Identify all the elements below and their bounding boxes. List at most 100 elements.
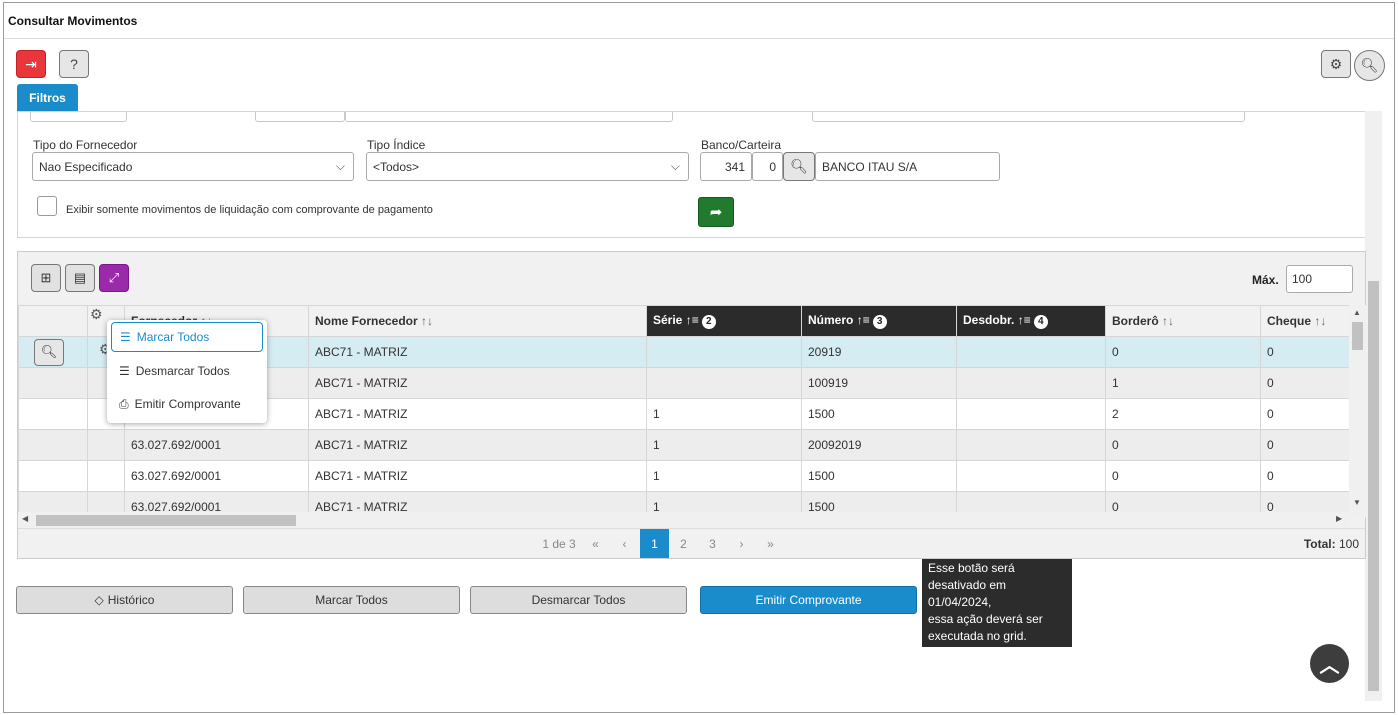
banco-carteira-label: Banco/Carteira: [701, 138, 782, 152]
comprovante-checkbox-label: Exibir somente movimentos de liquidação …: [66, 204, 433, 216]
grid-vertical-scrollbar[interactable]: ▲ ▼: [1349, 305, 1366, 517]
cell-cheque: 0: [1260, 429, 1349, 461]
cell-desdobr: [956, 460, 1106, 492]
tipo-fornecedor-value: Nao Especificado: [39, 160, 133, 174]
settings-button[interactable]: ⚙: [1321, 50, 1351, 78]
tipo-indice-select[interactable]: <Todos> ⌵: [366, 152, 689, 181]
header-serie[interactable]: Série ↑≡ 2: [646, 305, 802, 337]
grid-vertical-thumb[interactable]: [1352, 322, 1363, 350]
historico-button[interactable]: ◇ Histórico: [16, 586, 233, 614]
cell-cheque: 0: [1260, 460, 1349, 492]
cell-numero: 100919: [801, 367, 957, 399]
chevron-up-icon: ︿: [1319, 655, 1340, 677]
cell-numero: 20919: [801, 336, 957, 368]
row-context-menu: ☰ Marcar Todos ☰ Desmarcar Todos ⎙ Emitir C…: [107, 320, 267, 423]
ghost-field: [812, 112, 1245, 122]
row-action-cell: 🔍︎: [18, 336, 88, 368]
share-arrow-icon: ➦: [709, 204, 723, 221]
tipo-fornecedor-label: Tipo do Fornecedor: [33, 138, 138, 152]
grid-icon: ⊞: [40, 270, 52, 285]
cell-cheque: 0: [1260, 398, 1349, 430]
total-count: Total: 100: [1304, 537, 1359, 551]
table-row[interactable]: 63.027.692/0001 ABC71 - MATRIZ 1 2009201…: [18, 429, 1349, 461]
scroll-right-icon[interactable]: ▶: [1336, 514, 1342, 523]
last-page-button[interactable]: »: [756, 529, 785, 558]
emitir-comprovante-button[interactable]: Emitir Comprovante: [700, 586, 917, 614]
header-desdobr[interactable]: Desdobr. ↑≡ 4: [956, 305, 1106, 337]
page-scrollbar[interactable]: [1365, 111, 1382, 701]
list-icon: ☰: [120, 330, 131, 344]
cell-bordero: 0: [1105, 336, 1261, 368]
header-cheque[interactable]: Cheque ↑↓: [1260, 305, 1349, 337]
grid-horizontal-thumb[interactable]: [36, 515, 296, 526]
page-scrollbar-thumb[interactable]: [1368, 281, 1379, 691]
first-page-button[interactable]: «: [581, 529, 610, 558]
banco-search-button[interactable]: 🔍︎: [783, 152, 815, 181]
header-numero[interactable]: Número ↑≡ 3: [801, 305, 957, 337]
page-title: Consultar Movimentos: [4, 3, 1394, 39]
cell-desdobr: [956, 367, 1106, 399]
expand-button[interactable]: ⤢: [99, 264, 129, 292]
grid-horizontal-scrollbar[interactable]: ◀ ▶: [18, 512, 1349, 528]
scroll-to-top-button[interactable]: ︿: [1310, 644, 1349, 683]
marcar-todos-button[interactable]: Marcar Todos: [243, 586, 460, 614]
tab-filtros[interactable]: Filtros: [17, 84, 78, 111]
exit-icon: ⇥: [25, 55, 37, 72]
row-action-cell: [18, 398, 88, 430]
main-window: Consultar Movimentos ⇥ ? ⚙ 🔍︎ Filtros Ti…: [3, 2, 1395, 713]
filter-panel: Tipo do Fornecedor Nao Especificado ⌵ Ti…: [17, 111, 1366, 238]
chevron-down-icon: ⌵: [335, 159, 345, 173]
banco-nome-field: BANCO ITAU S/A: [815, 152, 1000, 181]
deprecation-tooltip: Esse botão será desativado em 01/04/2024…: [922, 559, 1072, 647]
total-value: 100: [1338, 537, 1359, 551]
page-button-1[interactable]: 1: [640, 529, 669, 558]
header-nome-fornecedor[interactable]: Nome Fornecedor ↑↓: [308, 305, 647, 337]
cell-cheque: 0: [1260, 336, 1349, 368]
comprovante-checkbox[interactable]: [37, 196, 57, 216]
context-emitir-comprovante[interactable]: ⎙ Emitir Comprovante: [111, 389, 263, 419]
carteira-input[interactable]: 0: [752, 152, 783, 181]
row-gear-cell: [87, 429, 125, 461]
prev-page-button[interactable]: ‹: [610, 529, 639, 558]
gear-icon[interactable]: ⚙: [90, 306, 103, 323]
total-label: Total:: [1303, 537, 1336, 551]
cell-cheque: 0: [1260, 367, 1349, 399]
export-excel-button[interactable]: ▤: [65, 264, 95, 292]
cell-fornecedor: 63.027.692/0001: [124, 429, 309, 461]
row-action-cell: [18, 460, 88, 492]
exit-button[interactable]: ⇥: [16, 50, 46, 78]
scroll-down-icon[interactable]: ▼: [1353, 498, 1361, 507]
cell-nome: ABC71 - MATRIZ: [308, 460, 647, 492]
next-page-button[interactable]: ›: [727, 529, 756, 558]
cell-nome: ABC71 - MATRIZ: [308, 336, 647, 368]
page-button-2[interactable]: 2: [669, 529, 698, 558]
header-bordero[interactable]: Borderô ↑↓: [1105, 305, 1261, 337]
cell-nome: ABC71 - MATRIZ: [308, 429, 647, 461]
desmarcar-todos-button[interactable]: Desmarcar Todos: [470, 586, 687, 614]
apply-filter-button[interactable]: ➦: [698, 197, 734, 227]
expand-icon: ⤢: [108, 270, 120, 285]
ghost-field: [30, 112, 127, 122]
banco-input[interactable]: 341: [700, 152, 752, 181]
printer-icon: ⎙: [119, 396, 129, 411]
context-desmarcar-todos[interactable]: ☰ Desmarcar Todos: [111, 356, 263, 386]
table-row[interactable]: 63.027.692/0001 ABC71 - MATRIZ 1 1500 0 …: [18, 460, 1349, 492]
columns-button[interactable]: ⊞: [31, 264, 61, 292]
ghost-field: [345, 112, 673, 122]
context-marcar-todos[interactable]: ☰ Marcar Todos: [111, 322, 263, 352]
scroll-up-icon[interactable]: ▲: [1353, 308, 1361, 317]
cell-nome: ABC71 - MATRIZ: [308, 398, 647, 430]
search-icon: 🔍︎: [790, 158, 808, 174]
question-icon: ?: [70, 56, 78, 72]
search-button[interactable]: 🔍︎: [1354, 50, 1385, 81]
scroll-left-icon[interactable]: ◀: [22, 514, 28, 523]
chevron-down-icon: ⌵: [670, 159, 680, 173]
cell-fornecedor: 63.027.692/0001: [124, 460, 309, 492]
page-button-3[interactable]: 3: [698, 529, 727, 558]
max-input[interactable]: 100: [1286, 265, 1353, 293]
tipo-fornecedor-select[interactable]: Nao Especificado ⌵: [32, 152, 354, 181]
cell-desdobr: [956, 429, 1106, 461]
help-button[interactable]: ?: [59, 50, 89, 78]
row-search-button[interactable]: 🔍︎: [34, 338, 64, 366]
cell-bordero: 1: [1105, 367, 1261, 399]
